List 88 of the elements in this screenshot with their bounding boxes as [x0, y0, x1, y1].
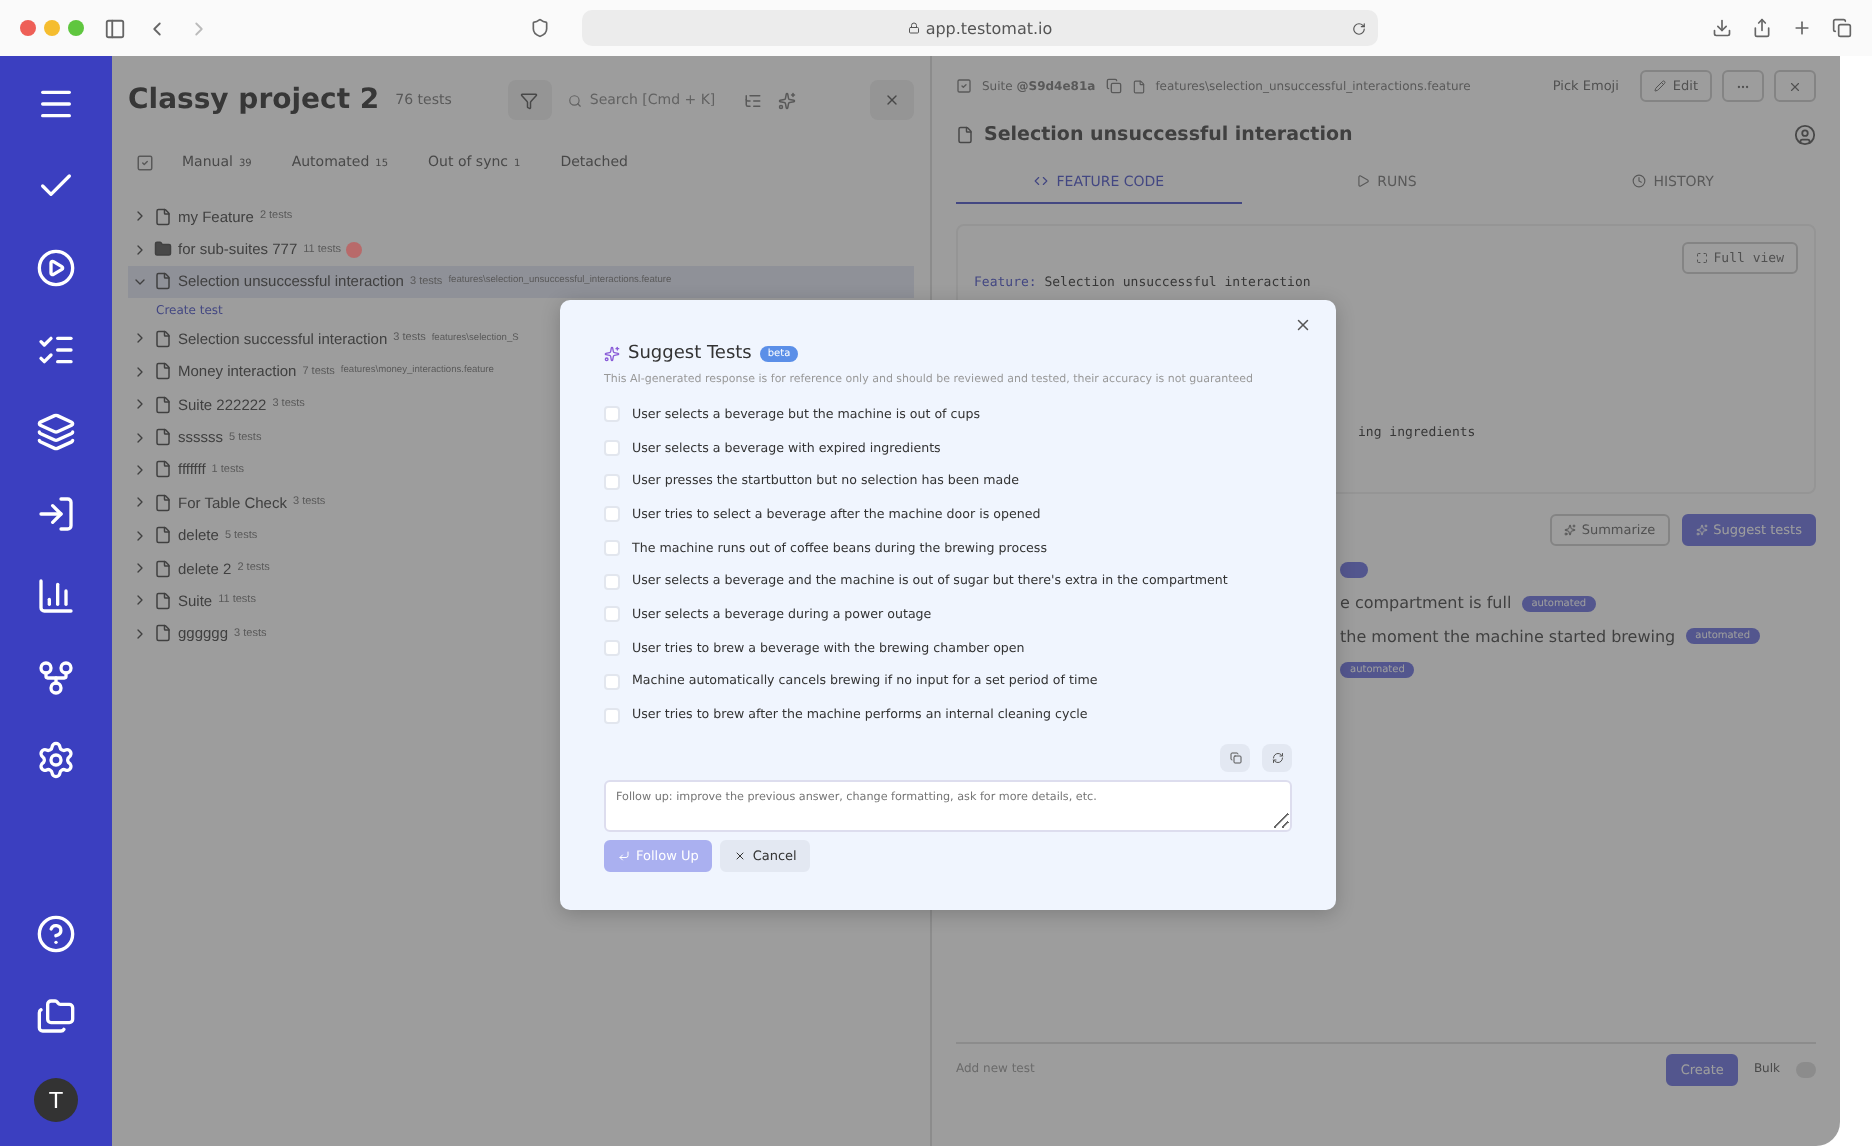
search-icon	[567, 93, 582, 107]
sparkle-icon[interactable]	[777, 91, 796, 109]
help-icon[interactable]	[36, 914, 76, 954]
lock-icon	[907, 22, 920, 34]
checkbox[interactable]	[604, 540, 620, 557]
tabs-icon[interactable]	[1832, 18, 1852, 38]
filter-button[interactable]	[507, 80, 552, 120]
address-bar[interactable]: app.testomat.io	[582, 10, 1378, 46]
test-title[interactable]: e compartment is full	[1340, 594, 1512, 613]
file-icon	[154, 207, 172, 226]
pencil-icon	[1654, 80, 1667, 92]
file-icon	[154, 428, 172, 447]
chevron-right-icon[interactable]	[132, 241, 148, 258]
reload-icon[interactable]	[1352, 21, 1366, 35]
download-icon[interactable]	[1712, 18, 1732, 38]
chevron-right-icon[interactable]	[132, 592, 148, 609]
branch-icon[interactable]	[36, 658, 76, 698]
file-icon	[1131, 79, 1146, 93]
copy-icon[interactable]	[1105, 78, 1122, 94]
chevron-right-icon[interactable]	[132, 208, 148, 225]
checkbox[interactable]	[604, 640, 620, 657]
close-icon	[734, 849, 747, 862]
folder-icon	[154, 240, 172, 259]
suite-icon	[956, 78, 972, 94]
file-icon	[154, 362, 172, 381]
play-icon	[1355, 174, 1370, 188]
share-icon[interactable]	[1752, 18, 1772, 38]
file-icon	[154, 624, 172, 643]
chevron-right-icon[interactable]	[132, 363, 148, 380]
chevron-right-icon[interactable]	[132, 494, 148, 511]
close-icon	[1788, 79, 1802, 93]
chart-icon[interactable]	[36, 576, 76, 616]
file-icon	[956, 125, 974, 143]
play-icon[interactable]	[36, 248, 76, 288]
shield-icon[interactable]	[530, 18, 550, 38]
sidebar-toggle-icon[interactable]	[104, 17, 126, 39]
code-icon	[1034, 174, 1049, 188]
window-controls-icon[interactable]	[20, 20, 84, 36]
checkbox[interactable]	[604, 473, 620, 490]
file-icon	[154, 493, 172, 512]
clock-icon	[1631, 174, 1646, 188]
import-icon[interactable]	[36, 494, 76, 534]
filter-icon	[520, 91, 539, 109]
status-badge	[1340, 562, 1368, 579]
close-button[interactable]	[1294, 316, 1312, 334]
dialog-title: Suggest Tests	[628, 344, 752, 364]
file-icon	[154, 526, 172, 545]
suite-title: Selection unsuccessful interaction	[984, 123, 1353, 145]
checkbox[interactable]	[604, 673, 620, 690]
copy-icon	[1229, 751, 1241, 764]
user-icon[interactable]	[1794, 123, 1816, 145]
layers-icon[interactable]	[36, 412, 76, 452]
file-icon	[154, 460, 172, 479]
file-icon	[154, 329, 172, 348]
chevron-right-icon[interactable]	[132, 625, 148, 642]
chevron-right-icon[interactable]	[132, 330, 148, 347]
folders-icon[interactable]	[36, 996, 76, 1036]
checkbox[interactable]	[604, 406, 620, 423]
file-icon	[154, 395, 172, 414]
close-icon	[1294, 316, 1312, 334]
checkbox[interactable]	[604, 606, 620, 623]
copy-button[interactable]	[1220, 743, 1250, 772]
new-tab-icon[interactable]	[1792, 18, 1812, 38]
enter-icon	[618, 849, 630, 862]
chevron-right-icon[interactable]	[132, 527, 148, 544]
select-icon[interactable]	[136, 153, 154, 171]
close-icon	[884, 92, 900, 108]
chevron-right-icon[interactable]	[132, 429, 148, 446]
chevron-right-icon[interactable]	[132, 396, 148, 413]
checkbox[interactable]	[604, 440, 620, 457]
user-avatar[interactable]: T	[34, 1078, 78, 1122]
sparkle-icon	[1563, 524, 1576, 536]
checkbox[interactable]	[604, 573, 620, 590]
file-icon	[154, 559, 172, 578]
checkbox[interactable]	[604, 506, 620, 523]
project-title: Classy project 2	[128, 84, 380, 116]
regenerate-button[interactable]	[1262, 743, 1292, 772]
sparkle-icon	[1695, 524, 1708, 536]
refresh-icon	[1271, 751, 1283, 764]
tree-icon[interactable]	[743, 91, 762, 109]
chevron-right-icon[interactable]	[132, 461, 148, 478]
checkbox[interactable]	[604, 707, 620, 724]
file-icon	[154, 591, 172, 610]
chevron-right-icon[interactable]	[132, 560, 148, 577]
sparkle-icon	[604, 346, 620, 362]
file-icon	[154, 272, 172, 291]
settings-icon[interactable]	[36, 740, 76, 780]
test-title[interactable]: the moment the machine started brewing	[1340, 627, 1676, 646]
